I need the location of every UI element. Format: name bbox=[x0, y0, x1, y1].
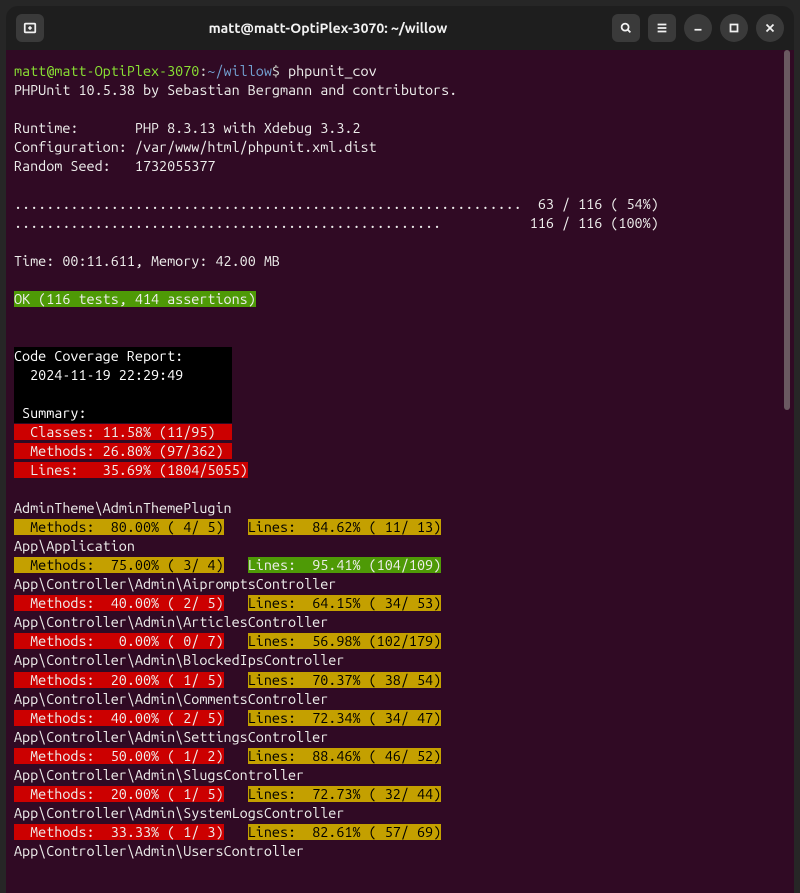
prompt-dollar: $ bbox=[272, 63, 288, 79]
controller-name: App\Controller\Admin\BlockedIpsControlle… bbox=[14, 651, 786, 670]
summary-methods: Methods: 26.80% (97/362) bbox=[14, 443, 232, 459]
seed-line: Random Seed: 1732055377 bbox=[14, 157, 786, 176]
report-header: Code Coverage Report: bbox=[14, 347, 232, 366]
methods-metric: Methods: 40.00% ( 2/ 5) bbox=[14, 595, 224, 611]
config-line: Configuration: /var/www/html/phpunit.xml… bbox=[14, 138, 786, 157]
lines-metric: Lines: 82.61% ( 57/ 69) bbox=[248, 824, 441, 840]
window-title: matt@matt-OptiPlex-3070: ~/willow bbox=[44, 20, 612, 36]
minimize-button[interactable] bbox=[684, 14, 712, 42]
controller-name: App\Application bbox=[14, 537, 786, 556]
coverage-row: Methods: 20.00% ( 1/ 5) Lines: 72.73% ( … bbox=[14, 785, 786, 804]
time-memory: Time: 00:11.611, Memory: 42.00 MB bbox=[14, 252, 786, 271]
terminal-body[interactable]: matt@matt-OptiPlex-3070:~/willow$ phpuni… bbox=[6, 50, 794, 893]
methods-metric: Methods: 40.00% ( 2/ 5) bbox=[14, 710, 224, 726]
coverage-row: Methods: 0.00% ( 0/ 7) Lines: 56.98% (10… bbox=[14, 632, 786, 651]
runtime-line: Runtime: PHP 8.3.13 with Xdebug 3.3.2 bbox=[14, 119, 786, 138]
methods-metric: Methods: 33.33% ( 1/ 3) bbox=[14, 824, 224, 840]
lines-metric: Lines: 84.62% ( 11/ 13) bbox=[248, 519, 441, 535]
summary-classes: Classes: 11.58% (11/95) bbox=[14, 424, 232, 440]
lines-metric: Lines: 56.98% (102/179) bbox=[248, 633, 441, 649]
prompt-cwd: ~/willow bbox=[207, 63, 271, 79]
summary-lines: Lines: 35.69% (1804/5055) bbox=[14, 462, 248, 478]
controller-name: App\Controller\Admin\SystemLogsControlle… bbox=[14, 804, 786, 823]
controller-name: App\Controller\Admin\UsersController bbox=[14, 842, 786, 861]
close-button[interactable] bbox=[756, 14, 784, 42]
controller-name: App\Controller\Admin\AipromptsController bbox=[14, 575, 786, 594]
controller-name: App\Controller\Admin\ArticlesController bbox=[14, 613, 786, 632]
lines-metric: Lines: 72.34% ( 34/ 47) bbox=[248, 710, 441, 726]
methods-metric: Methods: 0.00% ( 0/ 7) bbox=[14, 633, 224, 649]
lines-metric: Lines: 88.46% ( 46/ 52) bbox=[248, 748, 441, 764]
coverage-row: Methods: 50.00% ( 1/ 2) Lines: 88.46% ( … bbox=[14, 747, 786, 766]
prompt-userhost: matt@matt-OptiPlex-3070 bbox=[14, 63, 199, 79]
lines-metric: Lines: 64.15% ( 34/ 53) bbox=[248, 595, 441, 611]
coverage-row: Methods: 33.33% ( 1/ 3) Lines: 82.61% ( … bbox=[14, 823, 786, 842]
progress-2: ........................................… bbox=[14, 214, 786, 233]
coverage-row: Methods: 40.00% ( 2/ 5) Lines: 72.34% ( … bbox=[14, 709, 786, 728]
scrollbar[interactable] bbox=[784, 50, 790, 410]
lines-metric: Lines: 70.37% ( 38/ 54) bbox=[248, 672, 441, 688]
prompt-command: phpunit_cov bbox=[288, 63, 377, 79]
report-datetime: 2024-11-19 22:29:49 bbox=[14, 366, 232, 385]
maximize-button[interactable] bbox=[720, 14, 748, 42]
prompt-line: matt@matt-OptiPlex-3070:~/willow$ phpuni… bbox=[14, 62, 786, 81]
new-tab-button[interactable] bbox=[16, 14, 44, 42]
coverage-row: Methods: 40.00% ( 2/ 5) Lines: 64.15% ( … bbox=[14, 594, 786, 613]
coverage-list: AdminTheme\AdminThemePlugin Methods: 80.… bbox=[14, 499, 786, 860]
methods-metric: Methods: 20.00% ( 1/ 5) bbox=[14, 786, 224, 802]
methods-metric: Methods: 80.00% ( 4/ 5) bbox=[14, 519, 224, 535]
controller-name: App\Controller\Admin\SlugsController bbox=[14, 766, 786, 785]
coverage-row: Methods: 75.00% ( 3/ 4) Lines: 95.41% (1… bbox=[14, 556, 786, 575]
controller-name: App\Controller\Admin\SettingsController bbox=[14, 728, 786, 747]
summary-label: Summary: bbox=[14, 404, 232, 423]
search-button[interactable] bbox=[612, 14, 640, 42]
lines-metric: Lines: 95.41% (104/109) bbox=[248, 557, 441, 573]
menu-button[interactable] bbox=[648, 14, 676, 42]
methods-metric: Methods: 20.00% ( 1/ 5) bbox=[14, 672, 224, 688]
methods-metric: Methods: 50.00% ( 1/ 2) bbox=[14, 748, 224, 764]
report-gap bbox=[14, 385, 232, 404]
coverage-row: Methods: 20.00% ( 1/ 5) Lines: 70.37% ( … bbox=[14, 671, 786, 690]
methods-metric: Methods: 75.00% ( 3/ 4) bbox=[14, 557, 224, 573]
progress-1: ........................................… bbox=[14, 195, 786, 214]
coverage-row: Methods: 80.00% ( 4/ 5) Lines: 84.62% ( … bbox=[14, 518, 786, 537]
titlebar: matt@matt-OptiPlex-3070: ~/willow bbox=[6, 6, 794, 50]
ok-banner: OK (116 tests, 414 assertions) bbox=[14, 291, 256, 307]
controller-name: AdminTheme\AdminThemePlugin bbox=[14, 499, 786, 518]
controller-name: App\Controller\Admin\CommentsController bbox=[14, 690, 786, 709]
lines-metric: Lines: 72.73% ( 32/ 44) bbox=[248, 786, 441, 802]
phpunit-version: PHPUnit 10.5.38 by Sebastian Bergmann an… bbox=[14, 81, 786, 100]
